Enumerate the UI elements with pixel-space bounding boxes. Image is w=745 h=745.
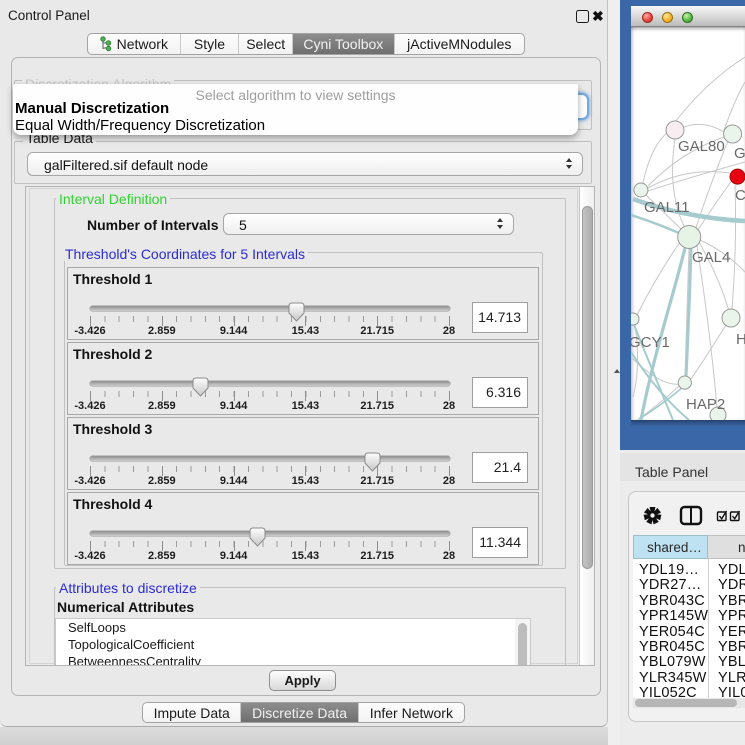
svg-text:HI: HI (736, 331, 745, 348)
svg-text:GAL: GAL (734, 145, 745, 162)
svg-text:GAL4: GAL4 (692, 249, 730, 266)
svg-text:HAP2: HAP2 (686, 396, 725, 413)
svg-text:CY: CY (735, 187, 745, 204)
svg-text:GAL80: GAL80 (678, 138, 725, 155)
svg-text:GAL11: GAL11 (644, 199, 690, 216)
svg-text:GCY1: GCY1 (631, 334, 670, 351)
